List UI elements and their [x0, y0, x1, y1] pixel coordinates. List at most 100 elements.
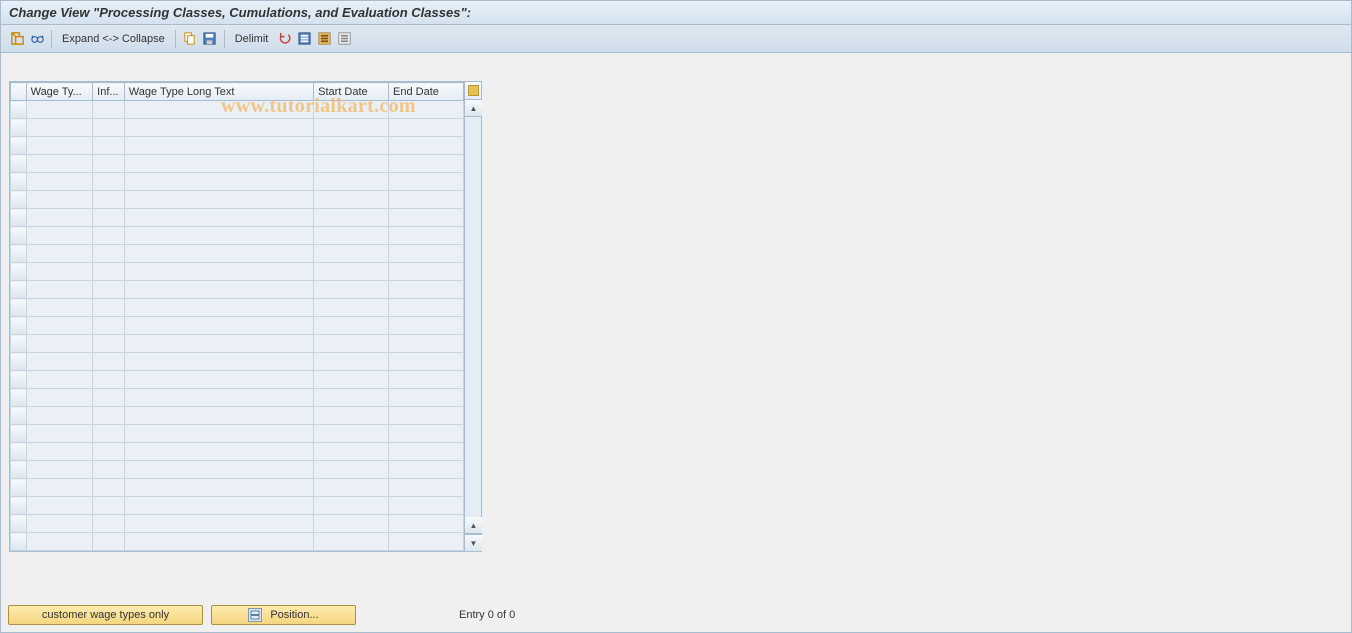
cell-end-date[interactable] [389, 443, 464, 461]
cell-inf[interactable] [93, 407, 125, 425]
cell-inf[interactable] [93, 461, 125, 479]
scroll-down-button[interactable]: ▼ [465, 534, 482, 551]
cell-wage-type[interactable] [26, 335, 93, 353]
cell-inf[interactable] [93, 515, 125, 533]
cell-long-text[interactable] [124, 533, 313, 551]
cell-start-date[interactable] [314, 227, 389, 245]
cell-wage-type[interactable] [26, 245, 93, 263]
cell-start-date[interactable] [314, 209, 389, 227]
cell-long-text[interactable] [124, 119, 313, 137]
cell-start-date[interactable] [314, 101, 389, 119]
cell-long-text[interactable] [124, 425, 313, 443]
row-selector[interactable] [11, 317, 27, 335]
cell-wage-type[interactable] [26, 497, 93, 515]
row-selector[interactable] [11, 173, 27, 191]
cell-long-text[interactable] [124, 209, 313, 227]
cell-start-date[interactable] [314, 299, 389, 317]
cell-inf[interactable] [93, 335, 125, 353]
cell-long-text[interactable] [124, 155, 313, 173]
cell-start-date[interactable] [314, 371, 389, 389]
cell-end-date[interactable] [389, 101, 464, 119]
cell-inf[interactable] [93, 119, 125, 137]
save-icon[interactable] [202, 31, 218, 47]
cell-end-date[interactable] [389, 155, 464, 173]
scroll-page-up-button[interactable]: ▲ [465, 517, 482, 534]
scroll-track[interactable] [465, 117, 481, 517]
cell-inf[interactable] [93, 443, 125, 461]
cell-end-date[interactable] [389, 173, 464, 191]
row-selector[interactable] [11, 155, 27, 173]
cell-end-date[interactable] [389, 209, 464, 227]
cell-long-text[interactable] [124, 263, 313, 281]
cell-start-date[interactable] [314, 173, 389, 191]
row-selector[interactable] [11, 101, 27, 119]
row-selector[interactable] [11, 209, 27, 227]
cell-wage-type[interactable] [26, 425, 93, 443]
cell-long-text[interactable] [124, 191, 313, 209]
cell-wage-type[interactable] [26, 443, 93, 461]
cell-end-date[interactable] [389, 317, 464, 335]
column-header-wage-type[interactable]: Wage Ty... [26, 83, 93, 101]
copy-icon[interactable] [182, 31, 198, 47]
cell-inf[interactable] [93, 371, 125, 389]
cell-start-date[interactable] [314, 191, 389, 209]
cell-start-date[interactable] [314, 515, 389, 533]
cell-long-text[interactable] [124, 443, 313, 461]
column-header-selector[interactable] [11, 83, 27, 101]
cell-end-date[interactable] [389, 461, 464, 479]
cell-long-text[interactable] [124, 371, 313, 389]
cell-wage-type[interactable] [26, 173, 93, 191]
row-selector[interactable] [11, 533, 27, 551]
position-button[interactable]: Position... [211, 605, 356, 625]
cell-wage-type[interactable] [26, 317, 93, 335]
cell-inf[interactable] [93, 173, 125, 191]
cell-wage-type[interactable] [26, 155, 93, 173]
cell-start-date[interactable] [314, 353, 389, 371]
cell-end-date[interactable] [389, 299, 464, 317]
row-selector[interactable] [11, 137, 27, 155]
cell-start-date[interactable] [314, 425, 389, 443]
cell-inf[interactable] [93, 389, 125, 407]
cell-wage-type[interactable] [26, 461, 93, 479]
cell-end-date[interactable] [389, 119, 464, 137]
cell-end-date[interactable] [389, 533, 464, 551]
cell-end-date[interactable] [389, 371, 464, 389]
row-selector[interactable] [11, 479, 27, 497]
cell-end-date[interactable] [389, 245, 464, 263]
cell-inf[interactable] [93, 533, 125, 551]
cell-end-date[interactable] [389, 335, 464, 353]
cell-end-date[interactable] [389, 389, 464, 407]
expand-collapse-button[interactable]: Expand <-> Collapse [58, 33, 169, 45]
row-selector[interactable] [11, 407, 27, 425]
cell-long-text[interactable] [124, 317, 313, 335]
column-header-inf[interactable]: Inf... [93, 83, 125, 101]
cell-inf[interactable] [93, 497, 125, 515]
cell-long-text[interactable] [124, 461, 313, 479]
customer-wage-types-button[interactable]: customer wage types only [8, 605, 203, 625]
cell-long-text[interactable] [124, 245, 313, 263]
select-all-icon[interactable] [296, 31, 312, 47]
row-selector[interactable] [11, 389, 27, 407]
cell-long-text[interactable] [124, 173, 313, 191]
cell-inf[interactable] [93, 353, 125, 371]
row-selector[interactable] [11, 245, 27, 263]
toggle-icon[interactable] [9, 31, 25, 47]
cell-inf[interactable] [93, 425, 125, 443]
cell-wage-type[interactable] [26, 371, 93, 389]
cell-end-date[interactable] [389, 353, 464, 371]
cell-start-date[interactable] [314, 461, 389, 479]
cell-start-date[interactable] [314, 479, 389, 497]
cell-wage-type[interactable] [26, 407, 93, 425]
select-block-icon[interactable] [316, 31, 332, 47]
cell-wage-type[interactable] [26, 191, 93, 209]
deselect-all-icon[interactable] [336, 31, 352, 47]
cell-wage-type[interactable] [26, 209, 93, 227]
cell-start-date[interactable] [314, 281, 389, 299]
glasses-icon[interactable] [29, 31, 45, 47]
row-selector[interactable] [11, 191, 27, 209]
scroll-up-button[interactable]: ▲ [465, 100, 482, 117]
cell-inf[interactable] [93, 137, 125, 155]
cell-inf[interactable] [93, 299, 125, 317]
column-header-start-date[interactable]: Start Date [314, 83, 389, 101]
cell-inf[interactable] [93, 191, 125, 209]
